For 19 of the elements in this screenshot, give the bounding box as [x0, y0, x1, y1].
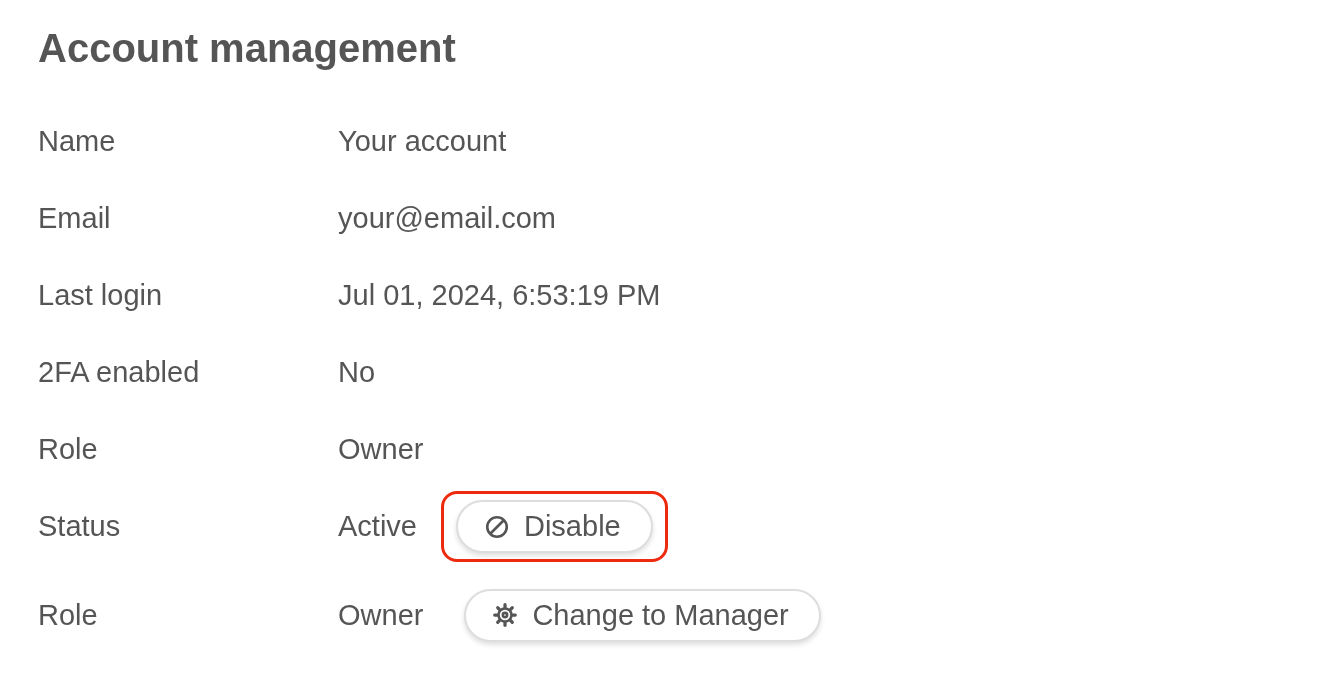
- field-label: Last login: [38, 279, 164, 312]
- change-role-button[interactable]: Change to Manager: [464, 588, 821, 642]
- field-label: 2FA enabled: [38, 356, 201, 389]
- field-value: No: [338, 356, 376, 389]
- gear-icon: [492, 602, 519, 628]
- field-label: Role: [38, 433, 99, 466]
- field-value: Active: [338, 510, 417, 543]
- prohibited-icon: [484, 513, 510, 540]
- page-title: Account management: [38, 26, 457, 71]
- field-label: Name: [38, 125, 117, 158]
- field-label: Email: [38, 202, 112, 235]
- field-value: Owner: [338, 598, 424, 632]
- field-value: Your account: [338, 125, 507, 158]
- field-value: Jul 01, 2024, 6:53:19 PM: [338, 279, 661, 312]
- field-label: Role: [38, 598, 99, 632]
- field-value: your@email.com: [338, 202, 556, 235]
- disable-button[interactable]: Disable: [456, 500, 653, 553]
- field-value: Owner: [338, 433, 424, 466]
- field-label: Status: [38, 510, 122, 543]
